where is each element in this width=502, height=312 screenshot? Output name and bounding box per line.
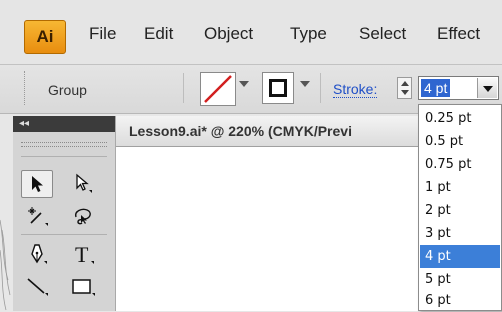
stroke-swatch-icon[interactable]	[262, 72, 294, 104]
direct-selection-tool-icon[interactable]	[67, 170, 99, 198]
menu-bar: Ai File Edit Object Type Select Effect	[0, 0, 502, 64]
rectangle-tool-icon[interactable]	[67, 272, 99, 300]
tools-panel-header[interactable]: ◂◂	[13, 116, 115, 132]
stroke-option-0-75pt[interactable]: 0.75 pt	[420, 153, 500, 176]
control-bar-grip[interactable]	[24, 71, 29, 105]
stroke-label[interactable]: Stroke:	[333, 82, 378, 98]
collapse-panel-icon[interactable]: ◂◂	[13, 118, 29, 129]
stroke-dropdown-arrow-icon[interactable]	[300, 81, 310, 87]
menu-select[interactable]: Select	[359, 24, 406, 44]
stroke-option-6pt[interactable]: 6 pt	[420, 289, 500, 312]
type-tool-icon[interactable]: T	[67, 240, 99, 268]
none-slash-icon	[204, 75, 232, 103]
selection-tool-icon[interactable]	[21, 170, 53, 198]
menu-effect[interactable]: Effect	[437, 24, 480, 44]
stroke-option-2pt[interactable]: 2 pt	[420, 199, 500, 222]
selection-type-label: Group	[48, 82, 87, 98]
magic-wand-tool-icon[interactable]	[21, 202, 53, 230]
tools-panel: ◂◂ T	[13, 116, 116, 311]
hollow-arrow-icon	[76, 173, 92, 193]
arrow-icon	[32, 176, 43, 192]
artboard-canvas[interactable]	[115, 147, 418, 311]
divider	[21, 234, 107, 235]
pen-tool-icon[interactable]	[21, 240, 53, 268]
stroke-option-0-5pt[interactable]: 0.5 pt	[420, 130, 500, 153]
stroke-weight-dropdown-list: 0.25 pt 0.5 pt 0.75 pt 1 pt 2 pt 3 pt 4 …	[418, 104, 502, 311]
tools-panel-grip[interactable]	[21, 142, 107, 147]
lasso-icon	[75, 208, 91, 225]
stroke-weight-dropdown-button[interactable]	[477, 78, 497, 98]
menu-edit[interactable]: Edit	[144, 24, 173, 44]
app-logo[interactable]: Ai	[24, 20, 66, 54]
stroke-option-0-25pt[interactable]: 0.25 pt	[420, 107, 500, 130]
stroke-weight-value[interactable]: 4 pt	[421, 79, 451, 97]
document-tab[interactable]: Lesson9.ai* @ 220% (CMYK/Previ	[115, 116, 418, 147]
stroke-weight-field[interactable]: 4 pt	[418, 76, 499, 100]
line-icon	[27, 278, 48, 296]
rectangle-icon	[72, 279, 95, 296]
spinner-up-icon[interactable]	[401, 81, 409, 86]
svg-text:T: T	[75, 242, 89, 266]
divider	[183, 73, 184, 103]
menu-file[interactable]: File	[89, 24, 116, 44]
wand-icon	[28, 207, 48, 226]
stroke-option-3pt[interactable]: 3 pt	[420, 222, 500, 245]
menu-type[interactable]: Type	[290, 24, 327, 44]
divider	[21, 156, 107, 157]
artwork-edge-lines	[0, 219, 11, 311]
stroke-option-4pt[interactable]: 4 pt	[420, 245, 500, 268]
menu-object[interactable]: Object	[204, 24, 253, 44]
spinner-down-icon[interactable]	[401, 90, 409, 95]
divider	[320, 73, 321, 103]
none-fill-swatch-icon[interactable]	[200, 72, 236, 106]
fill-dropdown-arrow-icon[interactable]	[239, 81, 249, 87]
document-tab-title[interactable]: Lesson9.ai* @ 220% (CMYK/Previ	[129, 123, 352, 139]
line-segment-tool-icon[interactable]	[21, 272, 53, 300]
lasso-tool-icon[interactable]	[67, 202, 99, 230]
stroke-option-5pt[interactable]: 5 pt	[420, 268, 500, 291]
stroke-weight-spinner[interactable]	[397, 77, 412, 99]
stroke-option-1pt[interactable]: 1 pt	[420, 176, 500, 199]
type-t-icon: T	[75, 242, 94, 266]
pen-nib-icon	[31, 244, 47, 264]
stroke-square-icon	[269, 79, 287, 97]
